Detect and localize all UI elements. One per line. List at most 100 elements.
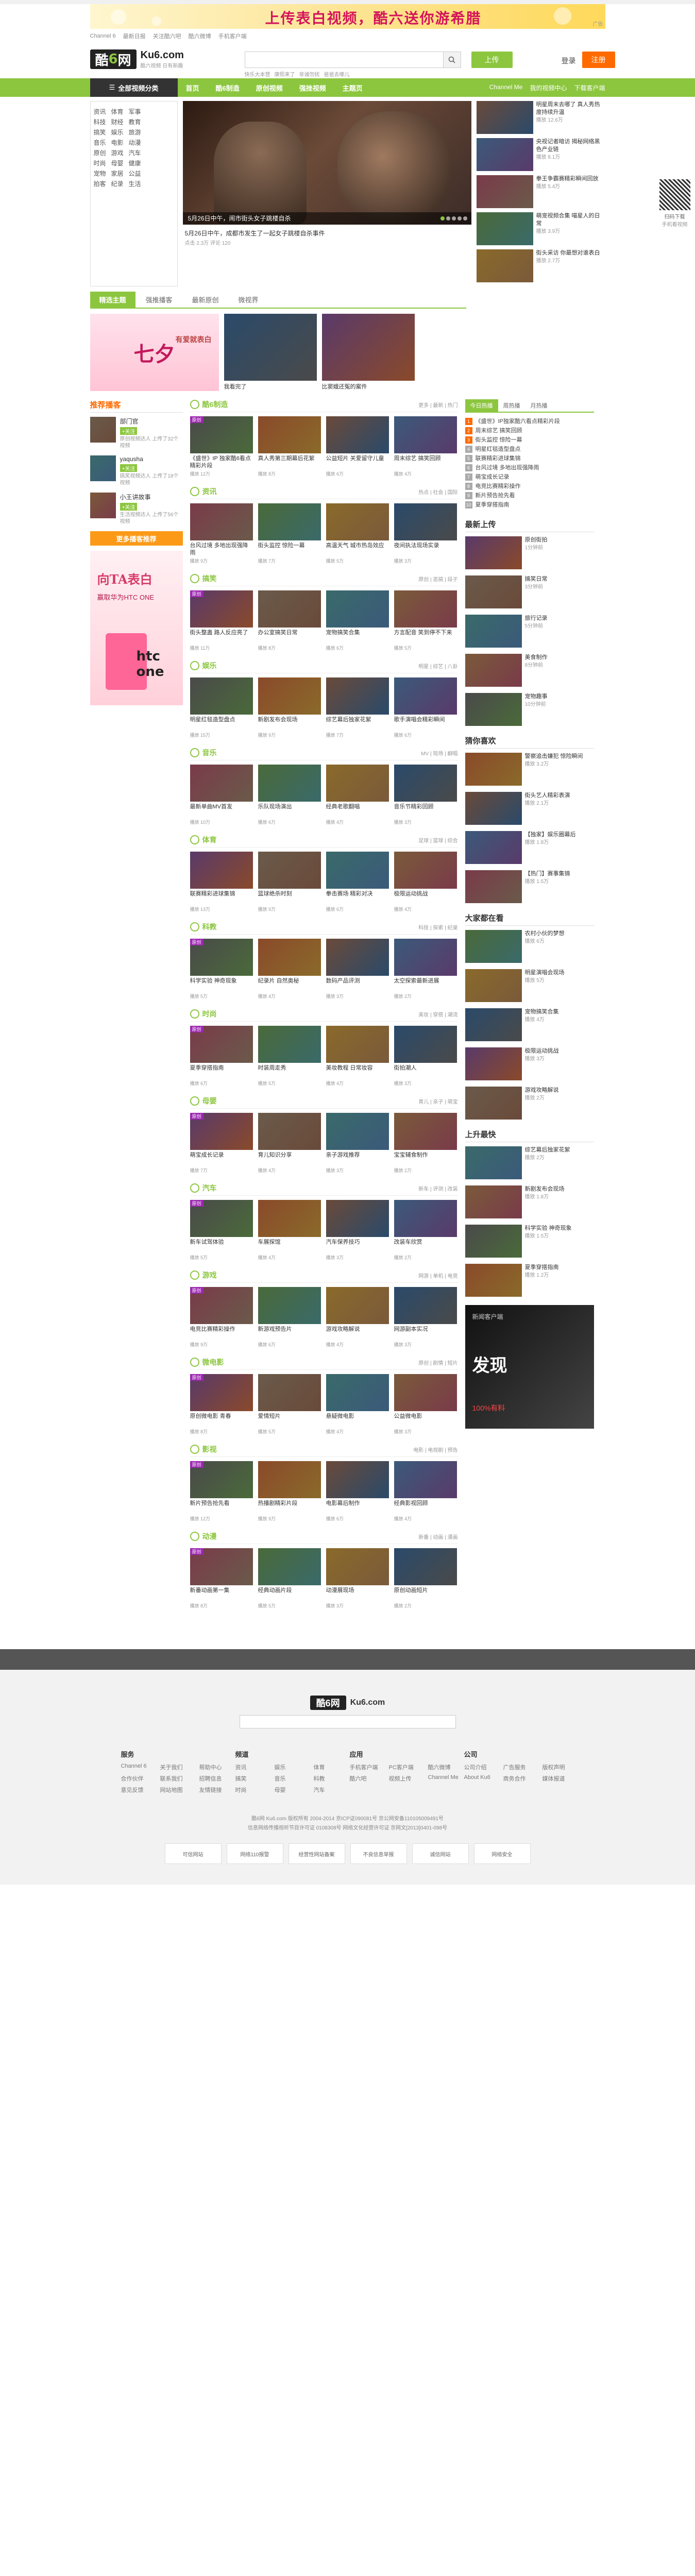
footer-link[interactable]: 公司介绍: [464, 1763, 500, 1771]
video-title[interactable]: 周末综艺 搞笑回顾: [394, 455, 457, 469]
video-thumbnail[interactable]: [258, 852, 321, 889]
category-link[interactable]: 军事: [129, 107, 141, 117]
footer-badge[interactable]: 不良信息举报: [350, 1843, 407, 1864]
video-title[interactable]: 街拍潮人: [394, 1064, 457, 1079]
video-title[interactable]: 爱情短片: [258, 1413, 321, 1427]
footer-link[interactable]: 母婴: [275, 1786, 311, 1794]
video-card[interactable]: 育儿知识分享 播放 4万: [258, 1113, 321, 1174]
video-thumbnail[interactable]: [190, 677, 253, 715]
feature-tab[interactable]: 最新原创: [183, 292, 228, 308]
feature-tab[interactable]: 精选主题: [90, 292, 135, 308]
video-thumbnail[interactable]: [465, 693, 522, 726]
follow-button[interactable]: +关注: [120, 464, 138, 472]
rank-item[interactable]: 10 夏季穿搭指南: [465, 500, 594, 510]
video-thumbnail[interactable]: [326, 852, 389, 889]
video-card[interactable]: 经典动画片段 播放 5万: [258, 1548, 321, 1609]
side-video-item[interactable]: 央视记者暗访 揭秘网络黑色产业链 播放 8.1万: [476, 138, 605, 171]
footer-link[interactable]: 体育: [314, 1763, 350, 1771]
video-thumbnail[interactable]: [326, 939, 389, 976]
category-link[interactable]: 电影: [111, 138, 124, 148]
video-thumbnail[interactable]: [326, 416, 389, 453]
video-card[interactable]: 动漫展现场 播放 3万: [326, 1548, 389, 1609]
slider-dot[interactable]: [451, 216, 456, 221]
video-card[interactable]: 高温天气 城市热岛效应 播放 5万: [326, 503, 389, 564]
video-card[interactable]: 拳击赛场 精彩对决 播放 6万: [326, 852, 389, 912]
video-thumbnail[interactable]: [465, 753, 522, 786]
category-link[interactable]: 旅游: [129, 127, 141, 138]
video-card[interactable]: 新剧发布会现场 播放 9万: [258, 677, 321, 738]
video-thumbnail[interactable]: [258, 1026, 321, 1063]
video-card[interactable]: 最新单曲MV首发 播放 10万: [190, 765, 253, 825]
channel-title[interactable]: 资讯: [202, 486, 217, 497]
channel-title[interactable]: 体育: [202, 835, 217, 845]
video-title[interactable]: 宠物搞笑合集: [326, 629, 389, 643]
video-title[interactable]: 街头监控 惊险一幕: [258, 542, 321, 556]
right-video-item[interactable]: 明星演唱会现场 播放 5万: [465, 969, 594, 1002]
right-video-item[interactable]: 游戏攻略解说 播放 2万: [465, 1087, 594, 1120]
rank-title[interactable]: 夏季穿搭指南: [476, 500, 510, 510]
channel-tags[interactable]: 新车 | 评测 | 改装: [418, 1184, 457, 1192]
video-card[interactable]: 游戏攻略解说 播放 4万: [326, 1287, 389, 1348]
video-thumbnail[interactable]: 原创: [190, 1113, 253, 1150]
video-thumbnail[interactable]: [326, 1461, 389, 1498]
video-title[interactable]: 汽车保养技巧: [326, 1239, 389, 1253]
topbar-link[interactable]: 酷六微博: [189, 32, 211, 40]
footer-link[interactable]: 科教: [314, 1774, 350, 1783]
right-video-title[interactable]: 游戏攻略解说: [525, 1087, 559, 1094]
video-thumbnail[interactable]: [476, 212, 533, 245]
footer-link[interactable]: Channel 6: [121, 1763, 157, 1771]
video-card[interactable]: 新游戏预告片 播放 6万: [258, 1287, 321, 1348]
video-thumbnail[interactable]: [326, 1287, 389, 1324]
rank-title[interactable]: 明星红毯造型盘点: [476, 445, 521, 454]
featured-card[interactable]: 比窦娥还冤的案件: [321, 314, 415, 391]
rank-tab[interactable]: 周热播: [498, 399, 526, 412]
video-card[interactable]: 乐队现场演出 播放 6万: [258, 765, 321, 825]
site-logo[interactable]: 酷6网 Ku6.com 酷六视频 日有新趣: [90, 49, 184, 69]
right-video-item[interactable]: 街头艺人精彩表演 播放 2.1万: [465, 792, 594, 825]
channel-tags[interactable]: 美妆 | 穿搭 | 潮流: [418, 1010, 457, 1018]
rank-tab[interactable]: 月热播: [526, 399, 553, 412]
channel-tags[interactable]: 热点 | 社会 | 国际: [418, 488, 457, 496]
right-video-item[interactable]: 夏季穿搭指南 播放 1.2万: [465, 1264, 594, 1297]
video-thumbnail[interactable]: [326, 1548, 389, 1585]
category-link[interactable]: 原创: [94, 148, 106, 158]
category-link[interactable]: 游戏: [111, 148, 124, 158]
category-link[interactable]: 宠物: [94, 168, 106, 179]
right-video-item[interactable]: 搞笑日常 3分钟前: [465, 575, 594, 608]
right-video-item[interactable]: 综艺幕后独家花絮 播放 2万: [465, 1146, 594, 1179]
video-thumbnail[interactable]: 原创: [190, 1200, 253, 1237]
video-card[interactable]: 综艺幕后独家花絮 播放 7万: [326, 677, 389, 738]
footer-link[interactable]: 意见反馈: [121, 1786, 157, 1794]
rank-title[interactable]: 《盛世》IP独家酷六看点精彩片段: [476, 417, 560, 426]
video-thumbnail[interactable]: [394, 503, 457, 540]
channel-tags[interactable]: 网游 | 单机 | 电竞: [418, 1272, 457, 1279]
rank-item[interactable]: 8 电竞比赛精彩操作: [465, 482, 594, 491]
rank-item[interactable]: 6 台风过境 多地出现强降雨: [465, 463, 594, 472]
slider-dot[interactable]: [463, 216, 467, 221]
channel-title[interactable]: 游戏: [202, 1270, 217, 1280]
right-video-title[interactable]: 极限运动挑战: [525, 1047, 559, 1055]
footer-link[interactable]: PC客户端: [389, 1763, 425, 1771]
video-title[interactable]: 电影幕后制作: [326, 1500, 389, 1514]
avatar[interactable]: [90, 493, 116, 518]
footer-link[interactable]: 酷六微博: [428, 1763, 464, 1771]
video-title[interactable]: 新游戏预告片: [258, 1326, 321, 1340]
video-card[interactable]: 爱情短片 播放 5万: [258, 1374, 321, 1435]
category-link[interactable]: 母婴: [111, 158, 124, 168]
rank-item[interactable]: 9 新片预告抢先看: [465, 491, 594, 500]
right-video-item[interactable]: 新剧发布会现场 播放 1.8万: [465, 1185, 594, 1218]
right-video-title[interactable]: 旅行记录: [525, 615, 548, 622]
video-title[interactable]: 公益微电影: [394, 1413, 457, 1427]
video-title[interactable]: 经典老歌翻唱: [326, 803, 389, 818]
featured-caption[interactable]: 比窦娥还冤的案件: [322, 382, 415, 391]
video-title[interactable]: 方言配音 笑到停不下来: [394, 629, 457, 643]
slider-dot[interactable]: [446, 216, 450, 221]
video-title[interactable]: 真人秀第三期幕后花絮: [258, 455, 321, 469]
video-thumbnail[interactable]: [394, 1374, 457, 1411]
right-video-title[interactable]: 警察追击嫌犯 惊险瞬间: [525, 753, 583, 760]
video-thumbnail[interactable]: [465, 1047, 522, 1080]
video-title[interactable]: 悬疑微电影: [326, 1413, 389, 1427]
topbar-link[interactable]: Channel 6: [90, 33, 116, 39]
channel-title[interactable]: 音乐: [202, 748, 217, 758]
video-thumbnail[interactable]: [394, 1548, 457, 1585]
